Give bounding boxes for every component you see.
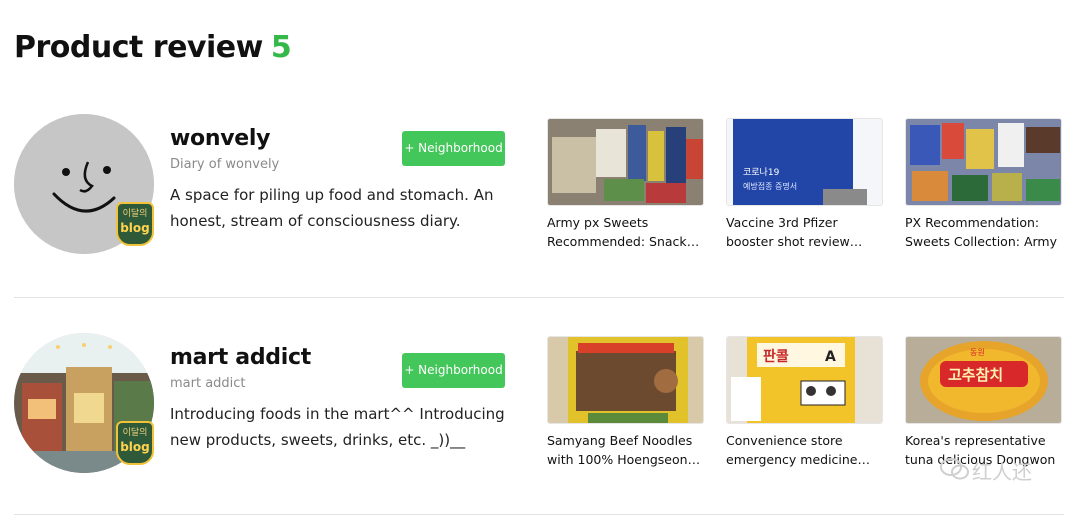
- thumbnail-text: 예방접종 증명서: [743, 181, 797, 191]
- blog-description: Introducing foods in the mart^^ Introduc…: [170, 405, 505, 449]
- post-title[interactable]: Army px Sweets Recommended: Snack and Je…: [547, 213, 704, 251]
- blogger-card-wonvely: 이달의 blog wonvely Diary of wonvely A spac…: [0, 114, 1080, 314]
- blogger-card-mart-addict: 이달의 blog mart addict mart addict Introdu…: [0, 333, 1080, 516]
- thumbnail-text: 동원: [970, 348, 985, 357]
- thumbnail-text: 코로나19: [743, 167, 780, 178]
- post-thumbnail[interactable]: [905, 118, 1062, 206]
- post-thumbnail[interactable]: 판콜 A: [726, 336, 883, 424]
- section-title-text: Product review: [14, 30, 263, 65]
- post-card[interactable]: 고추참치 동원 Korea's representative tuna deli…: [905, 336, 1062, 469]
- post-thumbnail[interactable]: 고추참치 동원: [905, 336, 1062, 424]
- blog-of-month-badge: 이달의 blog: [116, 202, 154, 246]
- post-thumbnail[interactable]: [547, 336, 704, 424]
- post-thumbnail[interactable]: [547, 118, 704, 206]
- chat-bubble-icon: [940, 458, 969, 480]
- badge-top-text: 이달의: [122, 209, 148, 219]
- avatar-mart-addict[interactable]: 이달의 blog: [14, 333, 154, 473]
- divider: [14, 514, 1064, 515]
- thumbnail-text: 판콜: [763, 349, 789, 365]
- add-neighbor-button[interactable]: + Neighborhood: [402, 353, 505, 388]
- add-neighbor-button[interactable]: + Neighborhood: [402, 131, 505, 166]
- post-card[interactable]: PX Recommendation: Sweets Collection: Ar…: [905, 118, 1062, 251]
- post-card[interactable]: Army px Sweets Recommended: Snack and Je…: [547, 118, 704, 251]
- post-thumbnail[interactable]: 코로나19 예방접종 증명서: [726, 118, 883, 206]
- badge-bottom-text: blog: [120, 221, 150, 235]
- thumbnail-text: A: [825, 349, 836, 365]
- badge-top-text: 이달의: [122, 428, 148, 438]
- watermark: 红人还: [940, 452, 1060, 486]
- blog-description: A space for piling up food and stomach. …: [170, 186, 494, 230]
- divider: [14, 297, 1064, 298]
- post-title[interactable]: Vaccine 3rd Pfizer booster shot review (…: [726, 213, 883, 251]
- blogger-info: mart addict mart addict Introducing food…: [170, 333, 510, 453]
- post-card[interactable]: 판콜 A Convenience store emergency medicin…: [726, 336, 883, 469]
- post-card[interactable]: Samyang Beef Noodles with 100% Hoengseon…: [547, 336, 704, 469]
- thumbnail-text: 고추참치: [948, 366, 1003, 384]
- post-card[interactable]: 코로나19 예방접종 증명서 Vaccine 3rd Pfizer booste…: [726, 118, 883, 251]
- blog-of-month-badge: 이달의 blog: [116, 421, 154, 465]
- section-title: Product review 5: [14, 30, 292, 65]
- post-title[interactable]: PX Recommendation: Sweets Collection: Ar…: [905, 213, 1062, 251]
- post-title[interactable]: Convenience store emergency medicine rev…: [726, 431, 883, 469]
- post-title[interactable]: Samyang Beef Noodles with 100% Hoengseon…: [547, 431, 704, 469]
- avatar-wonvely[interactable]: 이달의 blog: [14, 114, 154, 254]
- review-count: 5: [270, 30, 292, 65]
- badge-bottom-text: blog: [120, 440, 150, 454]
- watermark-text: 红人还: [972, 460, 1032, 484]
